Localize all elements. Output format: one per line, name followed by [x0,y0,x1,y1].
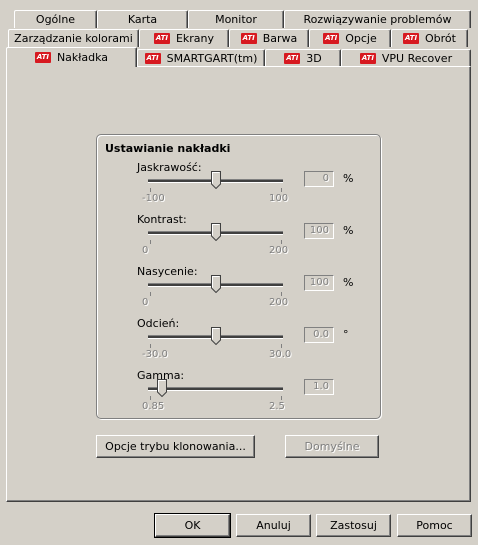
hue-max-tick [281,344,282,348]
tab-rotation[interactable]: ATI Obrót [391,29,468,47]
contrast-max-label: 200 [269,245,289,256]
brightness-slider-thumb[interactable] [210,171,221,189]
ati-logo-icon: ATI [144,53,161,64]
ati-logo-icon: ATI [284,53,301,64]
tab-label: 3D [306,52,322,65]
tab-color[interactable]: ATI Barwa [229,29,309,47]
tab-adapter[interactable]: Karta [97,10,188,28]
ati-logo-icon: ATI [153,33,170,44]
gamma-value-field[interactable]: 1.0 [304,379,334,395]
tab-overlay[interactable]: ATI Nakładka [6,47,137,67]
saturation-max-tick [281,292,282,296]
brightness-min-label: -100 [142,193,165,204]
tab-label: Ekrany [175,32,215,45]
apply-button[interactable]: Zastosuj [316,514,391,537]
tab-label: Zarządzanie kolorami [14,32,133,45]
tab-label: Ogólne [35,13,76,26]
tab-label: Monitor [215,13,257,26]
brightness-max-label: 100 [269,193,289,204]
tab-label: SMARTGART(tm) [166,52,258,65]
tab-label: VPU Recover [381,52,453,65]
defaults-button[interactable]: Domyślne [285,435,379,458]
contrast-slider-thumb[interactable] [210,223,221,241]
hue-min-tick [150,344,151,348]
tab-label: Karta [127,13,158,26]
button-label: OK [184,519,201,532]
saturation-min-tick [150,292,151,296]
gamma-max-label: 2.5 [269,401,285,412]
tab-panel: Ustawianie nakładki Jaskrawość: -100 100 0%… [6,66,471,502]
contrast-unit: % [343,224,354,237]
brightness-label: Jaskrawość: [137,161,202,174]
brightness-min-tick [150,188,151,192]
ati-logo-icon: ATI [359,53,376,64]
tab-options[interactable]: ATI Opcje [309,29,391,47]
tab-label: Barwa [262,32,298,45]
contrast-label: Kontrast: [137,213,187,226]
ok-button[interactable]: OK [154,513,231,538]
button-label: Zastosuj [330,519,377,532]
ati-logo-icon: ATI [240,33,257,44]
hue-unit: ° [343,328,349,341]
hue-min-label: -30.0 [142,349,168,360]
hue-value-field[interactable]: 0.0 [304,327,334,343]
saturation-slider-thumb[interactable] [210,275,221,293]
contrast-min-label: 0 [142,245,149,256]
gamma-max-tick [281,396,282,400]
saturation-unit: % [343,276,354,289]
tab-monitor[interactable]: Monitor [188,10,284,28]
hue-max-label: 30.0 [269,349,292,360]
tab-general[interactable]: Ogólne [14,10,97,28]
contrast-max-tick [281,240,282,244]
tab-label: Obrót [425,32,456,45]
tab-vpu-recover[interactable]: ATI VPU Recover [341,49,471,67]
tab-3d[interactable]: ATI 3D [265,49,341,67]
button-label: Anuluj [256,519,291,532]
clone-mode-options-button[interactable]: Opcje trybu klonowania... [96,435,255,458]
saturation-min-label: 0 [142,297,149,308]
ati-logo-icon: ATI [34,52,51,63]
tab-smartgart[interactable]: ATI SMARTGART(tm) [137,49,265,67]
ati-logo-icon: ATI [323,33,340,44]
tab-troubleshoot[interactable]: Rozwiązywanie problemów [284,10,471,28]
contrast-min-tick [150,240,151,244]
tab-color-management[interactable]: Zarządzanie kolorami [8,29,139,47]
tab-label: Nakładka [56,51,109,64]
button-label: Domyślne [304,440,360,453]
button-label: Opcje trybu klonowania... [105,440,246,453]
cancel-button[interactable]: Anuluj [236,514,311,537]
gamma-slider-track[interactable] [148,387,283,391]
brightness-max-tick [281,188,282,192]
brightness-value-field[interactable]: 0 [304,171,334,187]
saturation-label: Nasycenie: [137,265,198,278]
group-title: Ustawianie nakładki [105,142,231,155]
gamma-min-label: 0.85 [142,401,165,412]
tab-displays[interactable]: ATI Ekrany [139,29,229,47]
contrast-value-field[interactable]: 100 [304,223,334,239]
gamma-min-tick [150,396,151,400]
ati-logo-icon: ATI [403,33,420,44]
tab-label: Rozwiązywanie problemów [303,13,452,26]
hue-slider-thumb[interactable] [210,327,221,345]
saturation-max-label: 200 [269,297,289,308]
brightness-unit: % [343,172,354,185]
saturation-value-field[interactable]: 100 [304,275,334,291]
tab-label: Opcje [345,32,377,45]
gamma-slider-thumb[interactable] [156,379,167,397]
hue-label: Odcień: [137,317,180,330]
button-label: Pomoc [416,519,453,532]
help-button[interactable]: Pomoc [397,514,472,537]
